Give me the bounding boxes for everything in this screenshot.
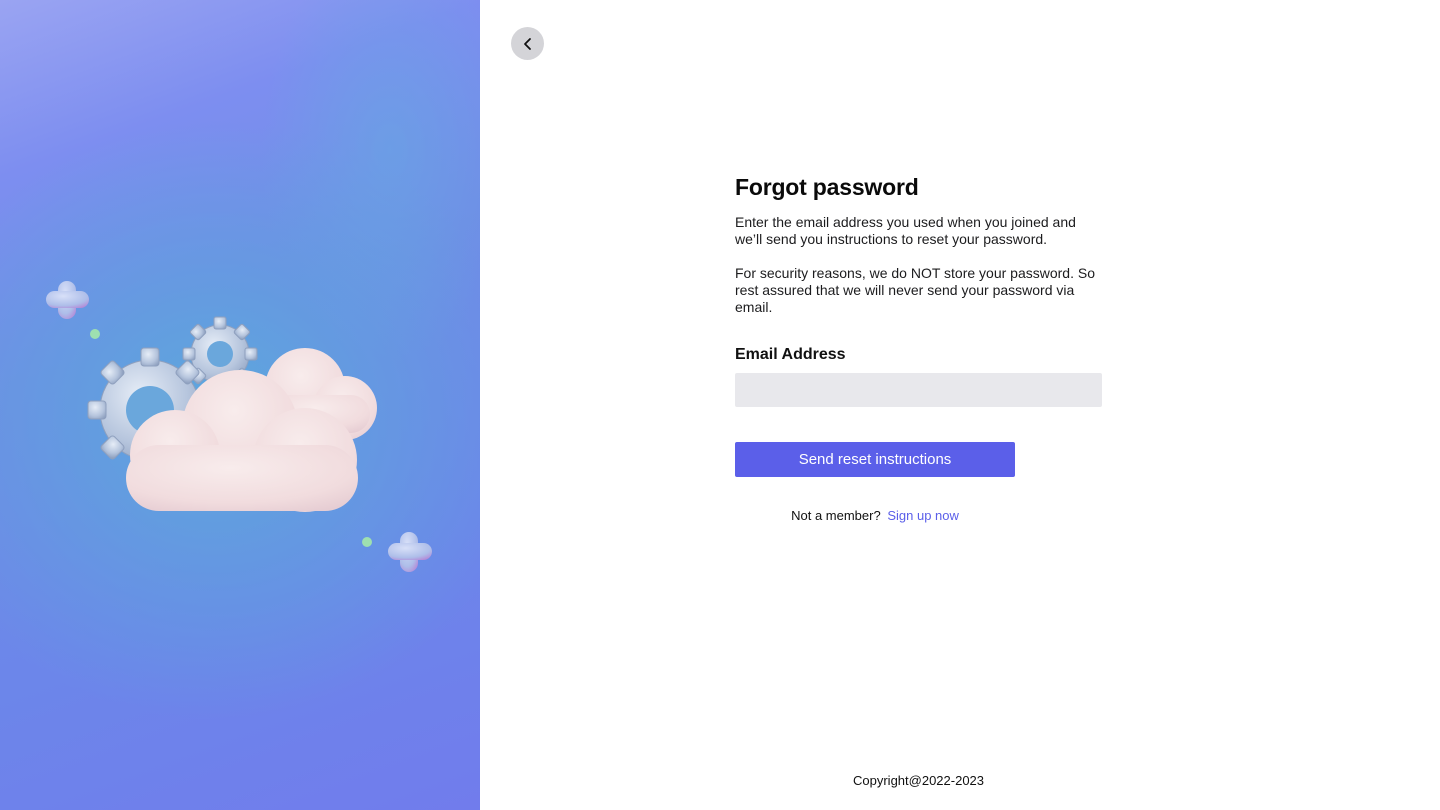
send-reset-button[interactable]: Send reset instructions [735, 442, 1015, 477]
forgot-password-form: Forgot password Enter the email address … [735, 170, 1105, 523]
signup-prompt: Not a member? [791, 508, 881, 523]
back-button[interactable] [511, 27, 544, 60]
dot-icon [362, 537, 372, 547]
copyright-text: Copyright@2022-2023 [853, 773, 985, 788]
chevron-left-icon [523, 37, 531, 50]
email-field[interactable] [735, 373, 1102, 407]
signup-row: Not a member? Sign up now [735, 508, 1015, 523]
signup-link[interactable]: Sign up now [887, 508, 959, 523]
dot-icon [90, 329, 100, 339]
email-label: Email Address [735, 346, 846, 363]
plus-icon [46, 281, 89, 319]
cloud-gears-illustration [46, 281, 432, 572]
security-note-text: For security reasons, we do NOT store yo… [735, 265, 1095, 315]
plus-icon [388, 532, 432, 572]
page-title: Forgot password [735, 174, 919, 200]
instructions-text: Enter the email address you used when yo… [735, 214, 1076, 247]
illustration-panel [0, 0, 480, 810]
